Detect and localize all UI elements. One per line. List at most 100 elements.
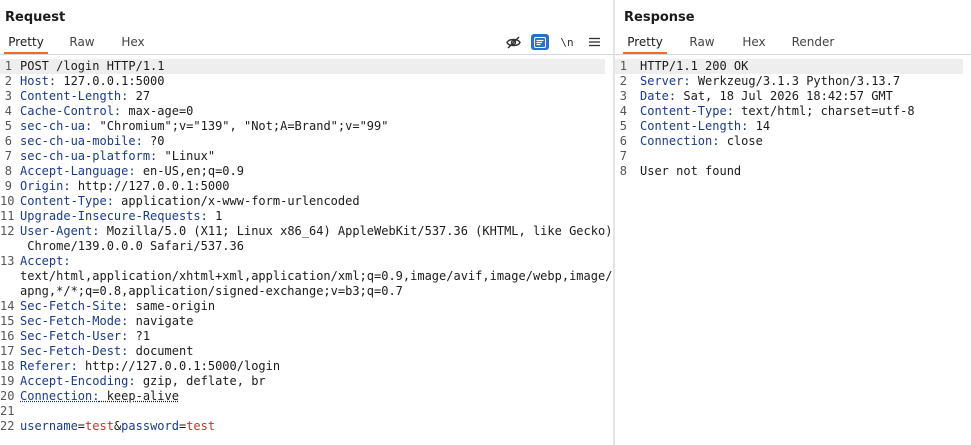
eye-slash-icon[interactable] xyxy=(504,34,522,50)
code-line[interactable]: 20 Connection: keep-alive xyxy=(0,389,605,404)
code-line[interactable]: 15 Sec-Fetch-Mode: navigate xyxy=(0,314,605,329)
line-text: apng,*/*;q=0.8,application/signed-exchan… xyxy=(20,284,403,298)
header-name: Sec-Fetch-Mode xyxy=(20,314,122,328)
line-content: Content-Length: 27 xyxy=(20,89,150,104)
code-line[interactable]: 9 Origin: http://127.0.0.1:5000 xyxy=(0,179,605,194)
code-line[interactable]: apng,*/*;q=0.8,application/signed-exchan… xyxy=(0,284,605,299)
header-name: Server xyxy=(640,74,684,88)
code-line[interactable]: 3 Date: Sat, 18 Jul 2026 18:42:57 GMT xyxy=(615,89,963,104)
code-line[interactable]: 5 Content-Length: 14 xyxy=(615,119,963,134)
header-value: Mozilla/5.0 (X11; Linux x86_64) AppleWeb… xyxy=(99,224,613,238)
line-text: POST /login HTTP/1.1 xyxy=(20,59,165,73)
header-value: text/html; charset=utf-8 xyxy=(733,104,915,118)
code-line[interactable]: 19 Accept-Encoding: gzip, deflate, br xyxy=(0,374,605,389)
header-value: application/x-www-form-urlencoded xyxy=(113,194,360,208)
header-name: Content-Length xyxy=(20,89,122,103)
line-content: Sec-Fetch-User: ?1 xyxy=(20,329,150,344)
line-number: 13 xyxy=(0,254,15,268)
line-number: 20 xyxy=(0,389,15,403)
code-line[interactable]: 1 HTTP/1.1 200 OK xyxy=(615,59,963,74)
header-name: Host xyxy=(20,74,49,88)
line-content: User not found xyxy=(640,164,741,179)
code-line[interactable]: 14 Sec-Fetch-Site: same-origin xyxy=(0,299,605,314)
response-editor[interactable]: 1 HTTP/1.1 200 OK 2 Server: Werkzeug/3.1.3 … xyxy=(615,59,971,445)
line-content: Host: 127.0.0.1:5000 xyxy=(20,74,165,89)
line-content: Referer: http://127.0.0.1:5000/login xyxy=(20,359,280,374)
header-name: Content-Type xyxy=(640,104,727,118)
line-content: Sec-Fetch-Mode: navigate xyxy=(20,314,193,329)
code-line[interactable]: 4 Content-Type: text/html; charset=utf-8 xyxy=(615,104,963,119)
code-line[interactable]: 3 Content-Length: 27 xyxy=(0,89,605,104)
line-content: Connection: close xyxy=(640,134,763,149)
line-number: 15 xyxy=(0,314,15,328)
line-content: POST /login HTTP/1.1 xyxy=(20,59,165,74)
line-number: 9 xyxy=(4,179,12,193)
request-tab-raw[interactable]: Raw xyxy=(62,33,102,54)
header-name: sec-ch-ua-platform xyxy=(20,149,151,163)
header-value: document xyxy=(128,344,194,358)
code-line[interactable]: 6 Connection: close xyxy=(615,134,963,149)
code-line[interactable]: 2 Host: 127.0.0.1:5000 xyxy=(0,74,605,89)
header-name: Referer xyxy=(20,359,71,373)
request-tab-pretty[interactable]: Pretty xyxy=(4,33,48,54)
response-tab-raw[interactable]: Raw xyxy=(683,33,721,54)
code-line[interactable]: 18 Referer: http://127.0.0.1:5000/login xyxy=(0,359,605,374)
code-line[interactable]: 7 sec-ch-ua-platform: "Linux" xyxy=(0,149,605,164)
line-number: 10 xyxy=(0,194,15,208)
code-line[interactable]: 8 User not found xyxy=(615,164,963,179)
line-number: 2 xyxy=(4,74,12,88)
line-content: Content-Type: text/html; charset=utf-8 xyxy=(640,104,915,119)
code-line[interactable]: 8 Accept-Language: en-US,en;q=0.9 xyxy=(0,164,605,179)
header-value: same-origin xyxy=(128,299,216,313)
code-line[interactable]: 7 xyxy=(615,149,963,164)
line-content: sec-ch-ua-mobile: ?0 xyxy=(20,134,165,149)
code-line[interactable]: 1 POST /login HTTP/1.1 xyxy=(0,59,605,74)
response-tab-hex[interactable]: Hex xyxy=(736,33,772,54)
code-line[interactable]: 5 sec-ch-ua: "Chromium";v="139", "Not;A=B… xyxy=(0,119,605,134)
code-line[interactable]: 12 User-Agent: Mozilla/5.0 (X11; Linux x8… xyxy=(0,224,612,239)
code-line[interactable]: 4 Cache-Control: max-age=0 xyxy=(0,104,605,119)
code-line[interactable]: 16 Sec-Fetch-User: ?1 xyxy=(0,329,605,344)
header-colon: : xyxy=(128,374,136,388)
wrap-lines-icon[interactable] xyxy=(531,34,549,50)
line-content: Server: Werkzeug/3.1.3 Python/3.13.7 xyxy=(640,74,900,89)
header-value: ?1 xyxy=(128,329,151,343)
header-name: Upgrade-Insecure-Requests xyxy=(20,209,201,223)
line-content: Accept-Language: en-US,en;q=0.9 xyxy=(20,164,244,179)
code-line[interactable]: 13 Accept: xyxy=(0,254,605,269)
header-value: http://127.0.0.1:5000 xyxy=(70,179,230,193)
header-name: Date xyxy=(640,89,669,103)
code-line[interactable]: Chrome/139.0.0.0 Safari/537.36 xyxy=(0,239,605,254)
code-line[interactable]: 10 Content-Type: application/x-www-form-u… xyxy=(0,194,605,209)
line-content: User-Agent: Mozilla/5.0 (X11; Linux x86_… xyxy=(20,224,612,239)
newline-toggle-button[interactable]: \n xyxy=(558,34,576,50)
header-name: Sec-Fetch-Site xyxy=(20,299,122,313)
code-line[interactable]: 6 sec-ch-ua-mobile: ?0 xyxy=(0,134,605,149)
code-line[interactable]: 21 xyxy=(0,404,605,419)
line-content: sec-ch-ua: "Chromium";v="139", "Not;A=Br… xyxy=(20,119,388,134)
code-line[interactable]: 11 Upgrade-Insecure-Requests: 1 xyxy=(0,209,605,224)
header-colon: : xyxy=(63,179,71,193)
header-name: Accept-Language xyxy=(20,164,129,178)
header-colon: : xyxy=(200,209,208,223)
header-value: Sat, 18 Jul 2026 18:42:57 GMT xyxy=(676,89,893,103)
header-value: http://127.0.0.1:5000/login xyxy=(77,359,281,373)
header-value: Werkzeug/3.1.3 Python/3.13.7 xyxy=(690,74,901,88)
header-name: User-Agent xyxy=(20,224,93,238)
request-tab-hex[interactable]: Hex xyxy=(114,33,152,54)
line-number: 21 xyxy=(0,404,15,418)
line-number: 17 xyxy=(0,344,15,358)
code-line[interactable]: text/html,application/xhtml+xml,applicat… xyxy=(0,269,612,284)
line-number: 2 xyxy=(619,74,627,88)
request-editor[interactable]: 1 POST /login HTTP/1.1 2 Host: 127.0.0.1:50… xyxy=(0,59,613,445)
response-tab-pretty[interactable]: Pretty xyxy=(623,33,667,54)
code-line[interactable]: 2 Server: Werkzeug/3.1.3 Python/3.13.7 xyxy=(615,74,963,89)
line-number: 1 xyxy=(4,59,12,73)
hamburger-menu-icon[interactable] xyxy=(585,34,603,50)
header-colon: : xyxy=(135,134,143,148)
header-value: 1 xyxy=(207,209,223,223)
code-line[interactable]: 22 username=test&password=test xyxy=(0,419,605,434)
response-tab-render[interactable]: Render xyxy=(789,33,837,54)
line-content: Chrome/139.0.0.0 Safari/537.36 xyxy=(20,239,244,254)
code-line[interactable]: 17 Sec-Fetch-Dest: document xyxy=(0,344,605,359)
